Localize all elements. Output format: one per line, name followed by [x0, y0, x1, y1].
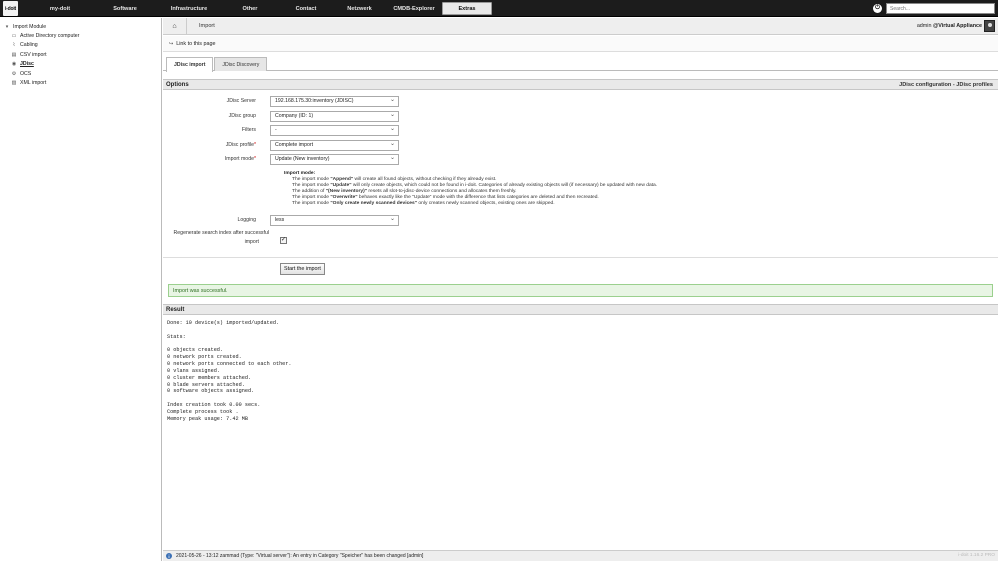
- top-navigation-bar: i-doit my-doit Software Infrastructure Othe…: [0, 0, 998, 17]
- import-mode-help: Import mode: The import mode "Append" wi…: [284, 171, 884, 208]
- tree-item-label: JDisc: [20, 61, 34, 68]
- tree-item-label: Cabling: [20, 42, 38, 49]
- breadcrumb-item-import[interactable]: Import: [187, 23, 215, 29]
- options-form: Import mode: The import mode "Append" wi…: [163, 91, 998, 281]
- tree-item-label: Active Directory computer: [20, 33, 80, 40]
- nav-item-netzwerk[interactable]: Netzwerk: [333, 0, 386, 17]
- tab-jdisc-discovery[interactable]: JDisc Discovery: [214, 57, 268, 71]
- filters-row: Filters -: [163, 124, 399, 136]
- tab-jdisc-import[interactable]: JDisc import: [166, 57, 214, 72]
- user-info[interactable]: admin @Virtual Appliance: [917, 23, 982, 29]
- jdisc-server-row: JDisc Server 192.168.175.30:inventory (JD…: [163, 95, 399, 107]
- options-title: Options: [166, 81, 189, 88]
- logo[interactable]: i-doit: [3, 1, 18, 16]
- tree-item-active-directory-computer[interactable]: ▭ Active Directory computer: [0, 31, 161, 40]
- jdisc-config-link[interactable]: JDisc configuration - JDisc profiles: [899, 82, 993, 88]
- nav-item-my-doit[interactable]: my-doit: [27, 0, 93, 17]
- nav-item-contact[interactable]: Contact: [279, 0, 333, 17]
- csv-icon: ▤: [11, 51, 17, 58]
- status-bar: i 2021-05-26 - 13:12 zammad (Type: "Virt…: [163, 550, 998, 561]
- tree-item-label: Import Module: [13, 23, 47, 30]
- version-label: i-doit 1.16.2 PRO: [958, 553, 995, 558]
- help-line: The import mode "Only create newly scann…: [292, 201, 555, 207]
- link-icon: ↪: [169, 40, 174, 47]
- jdisc-profile-row: JDisc profile* Complete import: [163, 139, 399, 151]
- home-icon[interactable]: ⌂: [163, 17, 187, 35]
- jdisc-group-select[interactable]: Company (ID: 1): [270, 110, 399, 122]
- tab-strip: JDisc import JDisc Discovery: [163, 57, 998, 72]
- search-input[interactable]: [886, 3, 995, 14]
- cable-icon: ⌇: [12, 42, 16, 49]
- power-icon[interactable]: ⏻: [873, 4, 882, 13]
- logging-row: Logging less: [163, 214, 399, 226]
- start-import-button[interactable]: Start the import: [280, 263, 325, 275]
- computer-icon: ▭: [11, 33, 17, 40]
- tree-item-label: XML import: [20, 80, 47, 87]
- jdisc-icon: ◉: [11, 61, 17, 68]
- tree-item-import-module[interactable]: ▾ Import Module: [0, 22, 161, 31]
- nav-item-extras[interactable]: Extras: [442, 2, 492, 15]
- import-mode-select[interactable]: Update (New inventory): [270, 153, 399, 165]
- import-mode-label: Import mode*: [224, 156, 256, 162]
- tree-item-cabling[interactable]: ⌇ Cabling: [0, 41, 161, 50]
- status-message[interactable]: 2021-05-26 - 13:12 zammad (Type: "Virtua…: [176, 553, 423, 559]
- jdisc-group-label: JDisc group: [228, 113, 256, 119]
- filters-label: Filters: [241, 127, 256, 133]
- filters-select[interactable]: -: [270, 124, 399, 136]
- regenerate-checkbox[interactable]: ✓: [280, 237, 287, 244]
- import-module-tree: ▾ Import Module ▭ Active Directory computer…: [0, 18, 162, 561]
- jdisc-group-row: JDisc group Company (ID: 1): [163, 110, 399, 122]
- nav-item-cmdb-explorer[interactable]: CMDB-Explorer: [386, 0, 442, 17]
- info-icon: i: [166, 553, 172, 559]
- tree-item-label: OCS: [20, 70, 32, 77]
- top-right-tools: ⏻: [873, 3, 995, 14]
- tenant-name: @Virtual Appliance: [933, 23, 982, 29]
- jdisc-profile-select[interactable]: Complete import: [270, 139, 399, 151]
- options-header: Options JDisc configuration - JDisc prof…: [163, 79, 998, 90]
- link-row: ↪ Link to this page: [163, 36, 998, 52]
- tree-item-csv-import[interactable]: ▤ CSV import: [0, 50, 161, 59]
- link-to-page[interactable]: Link to this page: [176, 41, 215, 47]
- success-message: Import was successful.: [168, 284, 993, 297]
- logging-label: Logging: [237, 217, 256, 223]
- result-title: Result: [166, 306, 185, 313]
- jdisc-server-select[interactable]: 192.168.175.30:inventory (JDISC): [270, 95, 399, 107]
- tree-item-label: CSV import: [20, 51, 47, 58]
- tree-item-ocs[interactable]: ⚙ OCS: [0, 69, 161, 78]
- folder-open-icon: ▾: [5, 23, 9, 30]
- jdisc-profile-label: JDisc profile*: [225, 142, 256, 148]
- main-nav: my-doit Software Infrastructure Other Contac…: [27, 0, 492, 17]
- avatar[interactable]: [984, 20, 995, 32]
- nav-item-other[interactable]: Other: [221, 0, 279, 17]
- logging-select[interactable]: less: [270, 214, 399, 226]
- xml-icon: ▨: [11, 80, 17, 87]
- result-output: Done: 10 device(s) imported/updated. Sta…: [167, 320, 292, 422]
- regenerate-label: Regenerate search index after successful…: [173, 230, 269, 245]
- nav-item-software[interactable]: Software: [93, 0, 157, 17]
- ocs-icon: ⚙: [11, 70, 17, 77]
- nav-item-infrastructure[interactable]: Infrastructure: [157, 0, 221, 17]
- result-header: Result: [163, 304, 998, 315]
- import-mode-row: Import mode* Update (New inventory): [163, 153, 399, 165]
- form-divider: [163, 257, 998, 258]
- tree-item-jdisc[interactable]: ◉ JDisc: [0, 60, 161, 69]
- tree-item-xml-import[interactable]: ▨ XML import: [0, 78, 161, 87]
- jdisc-server-label: JDisc Server: [226, 98, 256, 104]
- user-name: admin: [916, 23, 932, 29]
- breadcrumb: ⌂ Import admin @Virtual Appliance: [163, 17, 998, 35]
